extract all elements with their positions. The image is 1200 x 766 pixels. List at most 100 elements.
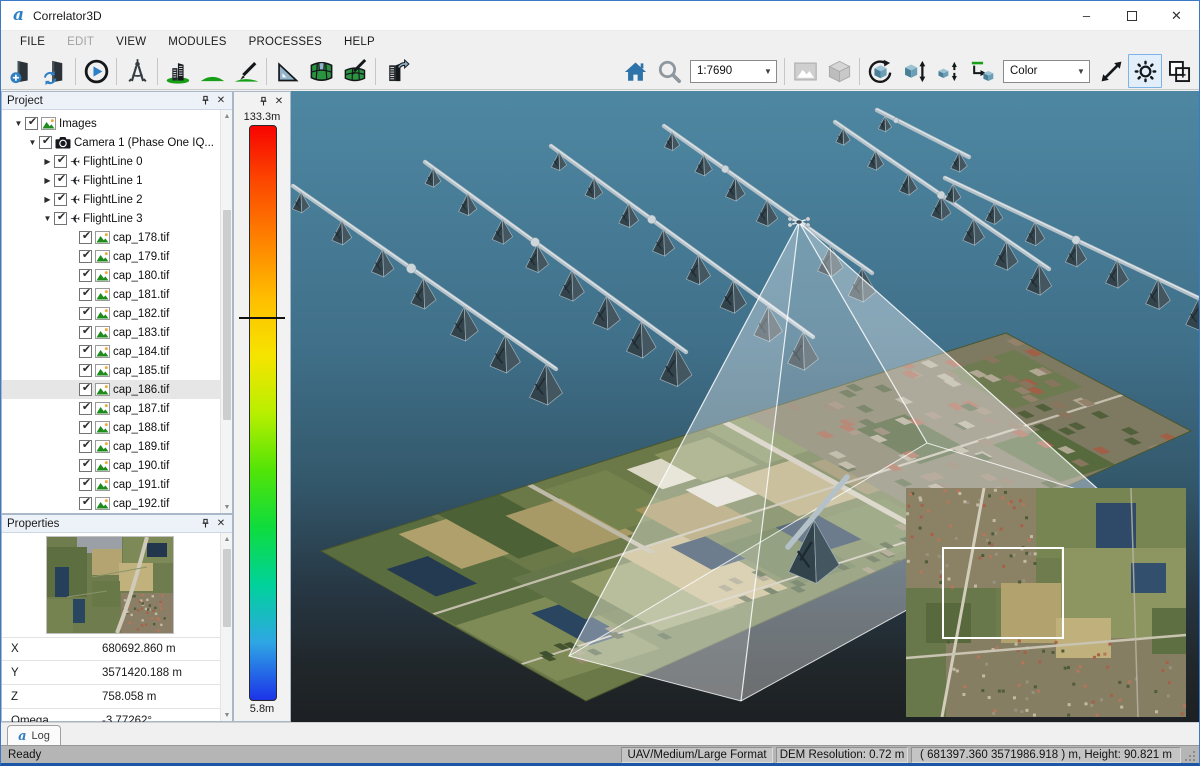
transform-view-button[interactable] <box>965 54 999 88</box>
checkbox[interactable]: ✔ <box>79 402 92 415</box>
mosaic-creation-button[interactable] <box>304 54 338 88</box>
overview-inset-map[interactable] <box>906 488 1186 717</box>
tree-item-cap-183-tif[interactable]: ✔cap_183.tif <box>2 323 220 342</box>
checkbox[interactable]: ✔ <box>39 136 52 149</box>
dsm-generation-button[interactable] <box>161 54 195 88</box>
tree-item-cap-186-tif[interactable]: ✔cap_186.tif <box>2 380 220 399</box>
expander-collapsed-icon[interactable]: ▶ <box>41 176 54 185</box>
checkbox[interactable]: ✔ <box>79 231 92 244</box>
checkbox[interactable]: ✔ <box>54 174 67 187</box>
checkbox[interactable]: ✔ <box>79 269 92 282</box>
tree-item-cap-184-tif[interactable]: ✔cap_184.tif <box>2 342 220 361</box>
scroll-down-icon[interactable]: ▼ <box>221 709 233 721</box>
vertical-scale-button[interactable] <box>931 54 965 88</box>
tree-item-cap-179-tif[interactable]: ✔cap_179.tif <box>2 247 220 266</box>
checkbox[interactable]: ✔ <box>79 440 92 453</box>
menu-view[interactable]: VIEW <box>105 31 157 53</box>
compare-views-button[interactable] <box>1162 54 1196 88</box>
brightness-settings-button[interactable] <box>1128 54 1162 88</box>
maximize-button[interactable] <box>1109 1 1154 30</box>
checkbox[interactable]: ✔ <box>79 459 92 472</box>
tree-item-cap-189-tif[interactable]: ✔cap_189.tif <box>2 437 220 456</box>
tree-item-flightline-3[interactable]: ▼✔✈FlightLine 3 <box>2 209 220 228</box>
aerial-triangulation-button[interactable] <box>120 54 154 88</box>
close-button[interactable]: ✕ <box>1154 1 1199 30</box>
tree-item-cap-188-tif[interactable]: ✔cap_188.tif <box>2 418 220 437</box>
orbit-view-button[interactable] <box>863 54 897 88</box>
checkbox[interactable]: ✔ <box>79 250 92 263</box>
tree-item-flightline-2[interactable]: ▶✔✈FlightLine 2 <box>2 190 220 209</box>
image-display-button[interactable] <box>788 54 822 88</box>
new-project-button[interactable] <box>4 54 38 88</box>
expander-collapsed-icon[interactable]: ▶ <box>41 195 54 204</box>
tree-item-cap-181-tif[interactable]: ✔cap_181.tif <box>2 285 220 304</box>
tree-item-cap-180-tif[interactable]: ✔cap_180.tif <box>2 266 220 285</box>
properties-scrollbar[interactable]: ▲ ▼ <box>220 533 232 721</box>
tree-item-cap-182-tif[interactable]: ✔cap_182.tif <box>2 304 220 323</box>
project-tree-scrollbar[interactable]: ▲ ▼ <box>220 110 232 513</box>
resize-grip[interactable] <box>1184 748 1196 762</box>
scroll-thumb[interactable] <box>223 549 231 627</box>
checkbox[interactable]: ✔ <box>79 345 92 358</box>
home-view-button[interactable] <box>618 54 652 88</box>
dem-editing-button[interactable] <box>229 54 263 88</box>
close-panel-icon[interactable]: ✕ <box>271 93 287 109</box>
expander-collapsed-icon[interactable]: ▶ <box>41 157 54 166</box>
menu-modules[interactable]: MODULES <box>157 31 237 53</box>
scale-combo[interactable]: 1:7690▼ <box>690 60 777 83</box>
elevation-exaggeration-button[interactable] <box>897 54 931 88</box>
scroll-up-icon[interactable]: ▲ <box>221 533 233 545</box>
scroll-down-icon[interactable]: ▼ <box>221 501 233 513</box>
checkbox[interactable]: ✔ <box>79 497 92 510</box>
checkbox[interactable]: ✔ <box>79 326 92 339</box>
expander-expanded-icon[interactable]: ▼ <box>41 214 54 223</box>
tree-item-images[interactable]: ▼✔Images <box>2 114 220 133</box>
scroll-up-icon[interactable]: ▲ <box>221 110 233 122</box>
checkbox[interactable]: ✔ <box>79 364 92 377</box>
tree-item-flightline-0[interactable]: ▶✔✈FlightLine 0 <box>2 152 220 171</box>
chevron-down-icon[interactable]: ▼ <box>1073 61 1089 82</box>
close-panel-icon[interactable]: ✕ <box>213 516 229 532</box>
checkbox[interactable]: ✔ <box>79 421 92 434</box>
tree-item-cap-187-tif[interactable]: ✔cap_187.tif <box>2 399 220 418</box>
minimize-button[interactable]: – <box>1064 1 1109 30</box>
orthorectification-button[interactable] <box>270 54 304 88</box>
feature-export-button[interactable] <box>379 54 413 88</box>
mosaic-editing-button[interactable] <box>338 54 372 88</box>
open-project-button[interactable] <box>38 54 72 88</box>
close-panel-icon[interactable]: ✕ <box>213 93 229 109</box>
run-process-button[interactable] <box>79 54 113 88</box>
menu-processes[interactable]: PROCESSES <box>238 31 333 53</box>
checkbox[interactable]: ✔ <box>54 193 67 206</box>
tree-item-camera-1-phase-one-iq[interactable]: ▼✔Camera 1 (Phase One IQ... <box>2 133 220 152</box>
tree-item-cap-191-tif[interactable]: ✔cap_191.tif <box>2 475 220 494</box>
checkbox[interactable]: ✔ <box>25 117 38 130</box>
dtm-generation-button[interactable] <box>195 54 229 88</box>
checkbox[interactable]: ✔ <box>79 288 92 301</box>
checkbox[interactable]: ✔ <box>79 307 92 320</box>
tree-item-cap-190-tif[interactable]: ✔cap_190.tif <box>2 456 220 475</box>
tree-item-cap-185-tif[interactable]: ✔cap_185.tif <box>2 361 220 380</box>
expander-expanded-icon[interactable]: ▼ <box>12 119 25 128</box>
3d-viewport[interactable] <box>291 91 1200 722</box>
pin-icon[interactable] <box>255 93 271 109</box>
cube-display-button[interactable] <box>822 54 856 88</box>
tree-item-flightline-1[interactable]: ▶✔✈FlightLine 1 <box>2 171 220 190</box>
checkbox[interactable]: ✔ <box>79 478 92 491</box>
menu-file[interactable]: FILE <box>9 31 56 53</box>
color-mode-combo[interactable]: Color▼ <box>1003 60 1090 83</box>
pin-icon[interactable] <box>197 93 213 109</box>
zoom-tool-button[interactable] <box>652 54 686 88</box>
checkbox[interactable]: ✔ <box>54 212 67 225</box>
fit-view-button[interactable] <box>1094 54 1128 88</box>
expander-expanded-icon[interactable]: ▼ <box>26 138 39 147</box>
tab-log[interactable]: a Log <box>7 725 61 746</box>
checkbox[interactable]: ✔ <box>54 155 67 168</box>
menu-help[interactable]: HELP <box>333 31 386 53</box>
tree-item-cap-178-tif[interactable]: ✔cap_178.tif <box>2 228 220 247</box>
chevron-down-icon[interactable]: ▼ <box>760 61 776 82</box>
scroll-thumb[interactable] <box>223 210 231 420</box>
pin-icon[interactable] <box>197 516 213 532</box>
tree-item-cap-192-tif[interactable]: ✔cap_192.tif <box>2 494 220 513</box>
checkbox[interactable]: ✔ <box>79 383 92 396</box>
